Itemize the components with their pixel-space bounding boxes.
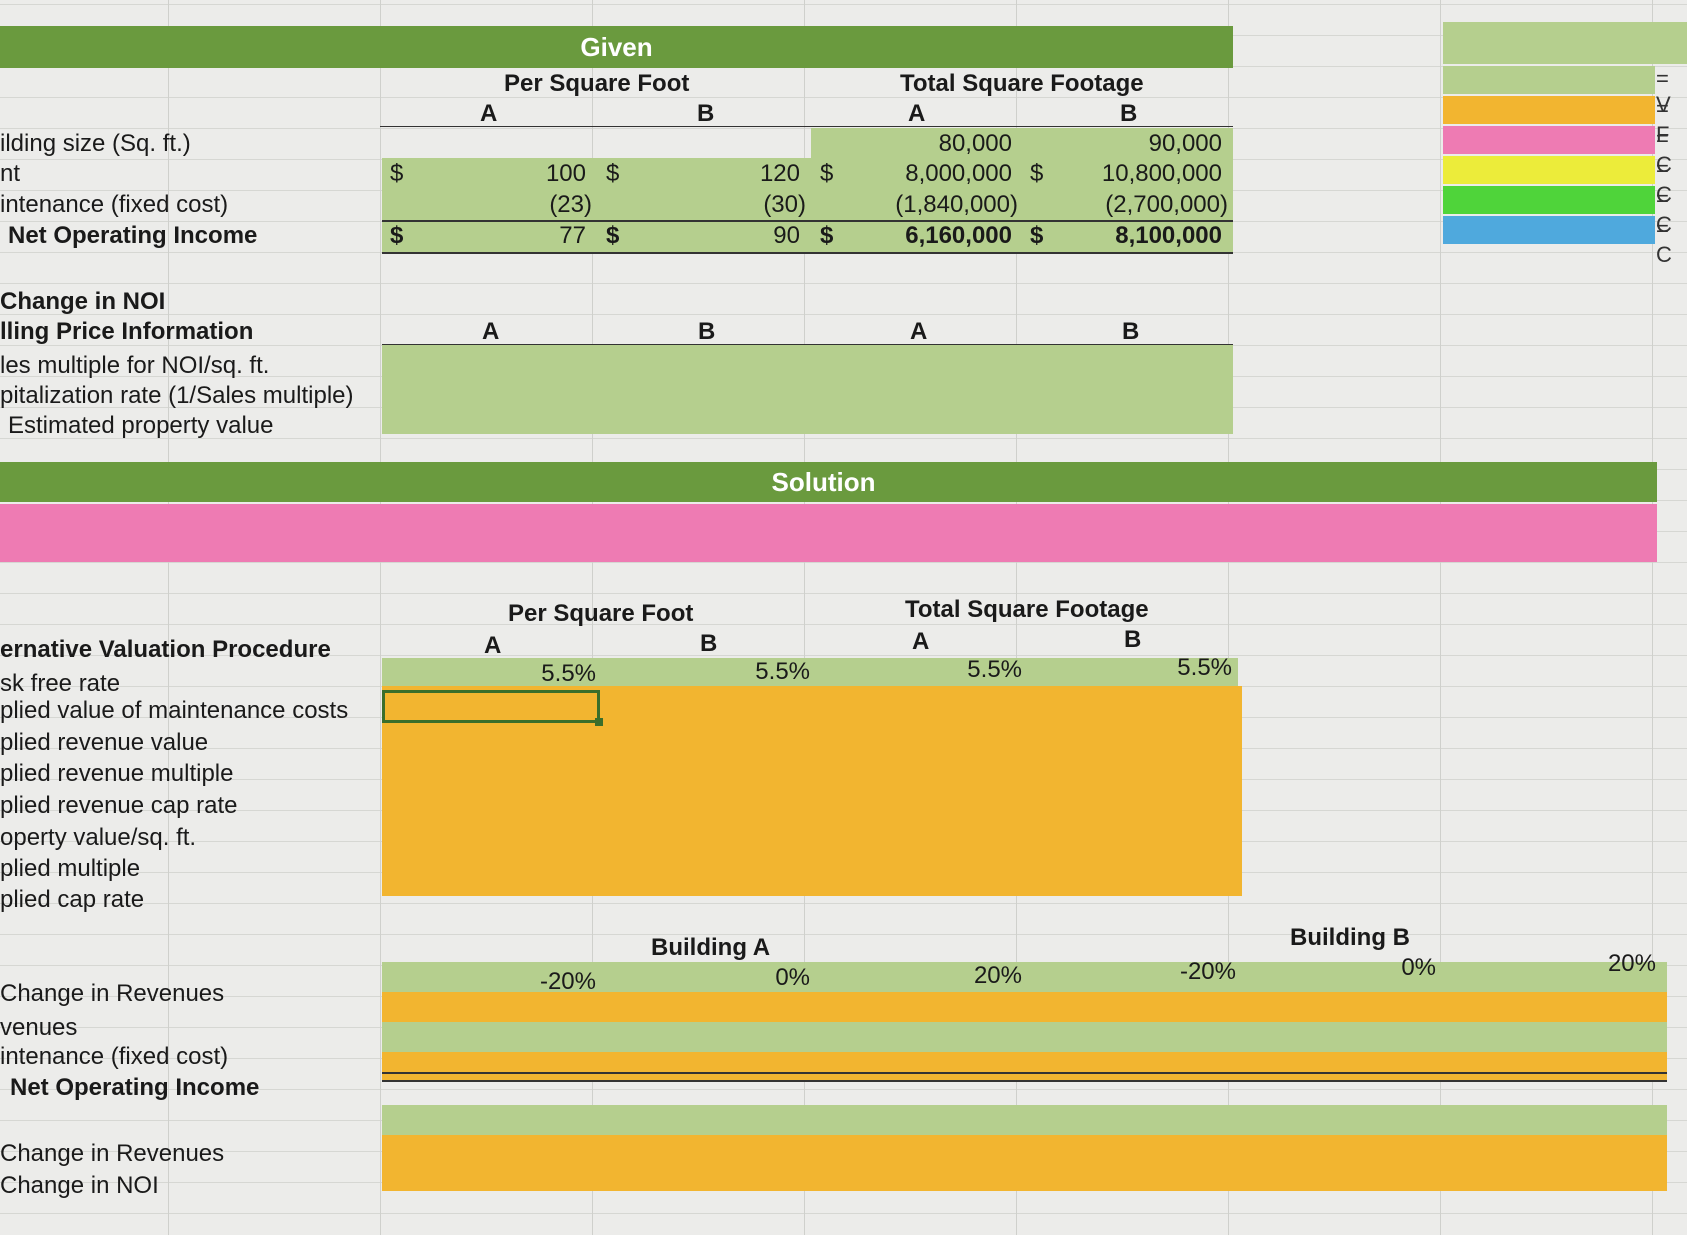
sol-col-b-psf: B: [700, 630, 718, 657]
sp-col-a-psf: A: [482, 318, 500, 345]
solution-header: Solution: [0, 462, 1657, 502]
size-b-total[interactable]: 90,000: [1090, 130, 1222, 158]
label-alt-valuation: ernative Valuation Procedure: [0, 636, 331, 663]
label-sol-row-6: plied multiple: [0, 855, 141, 882]
label-maintenance-2: intenance (fixed cost): [0, 1043, 229, 1070]
given-header-rule: [380, 126, 1233, 127]
label-noi: Net Operating Income: [8, 222, 258, 249]
rent-b-psf[interactable]: 120: [720, 160, 800, 188]
maint-a-psf[interactable]: (23): [500, 191, 592, 219]
label-sol-row-5: operty value/sq. ft.: [0, 824, 197, 851]
given-bottom-rule: [382, 252, 1233, 254]
label-revenues: venues: [0, 1014, 78, 1041]
risk-free-a-total[interactable]: 5.5%: [890, 656, 1022, 684]
label-sol-row-4: plied revenue cap rate: [0, 792, 238, 819]
noi-lower-rule: [382, 1072, 1667, 1074]
legend-swatch-blue: [1443, 216, 1655, 244]
dollar-rent-3: $: [820, 160, 834, 187]
building-b-header: Building B: [1290, 924, 1410, 951]
pct-b-20[interactable]: 20%: [1520, 950, 1656, 978]
sp-col-b-total: B: [1122, 318, 1140, 345]
change-rev-green-row: [382, 1105, 1667, 1135]
active-cell[interactable]: [382, 690, 603, 726]
label-building-size: ilding size (Sq. ft.): [0, 130, 191, 157]
given-header: Given: [0, 26, 1233, 68]
legend-swatch-pink: [1443, 126, 1655, 154]
label-est-value: Estimated property value: [8, 412, 274, 439]
sol-per-sqft-header: Per Square Foot: [508, 600, 694, 627]
risk-free-b-psf[interactable]: 5.5%: [680, 658, 810, 686]
rent-b-total[interactable]: 10,800,000: [1070, 160, 1222, 188]
maint-b-total[interactable]: (2,700,000): [1070, 191, 1228, 219]
pct-b-0[interactable]: 0%: [1300, 954, 1436, 982]
solution-title: Solution: [771, 466, 876, 497]
label-noi-2: Net Operating Income: [10, 1074, 260, 1101]
legend-header: [1443, 22, 1687, 64]
dollar-noi-1: $: [390, 222, 404, 249]
label-sol-row-1: plied value of maintenance costs: [0, 697, 349, 724]
label-sol-row-2: plied revenue value: [0, 729, 209, 756]
selling-price-fill: [382, 345, 1233, 434]
maint-b-psf[interactable]: (30): [720, 191, 806, 219]
maint-a-total[interactable]: (1,840,000): [880, 191, 1018, 219]
building-a-header: Building A: [651, 934, 771, 961]
label-sales-multiple: les multiple for NOI/sq. ft.: [0, 352, 270, 379]
pct-a-20[interactable]: 20%: [890, 962, 1022, 990]
given-col-b-psf: B: [697, 100, 715, 127]
label-change-noi-2: Change in NOI: [0, 1172, 159, 1199]
sp-col-a-total: A: [910, 318, 928, 345]
pct-a-0[interactable]: 0%: [680, 964, 810, 992]
label-sol-row-3: plied revenue multiple: [0, 760, 234, 787]
risk-free-a-psf[interactable]: 5.5%: [470, 660, 596, 688]
dollar-rent-1: $: [390, 160, 404, 187]
given-title: Given: [580, 31, 653, 62]
label-change-noi: Change in NOI: [0, 288, 166, 315]
given-col-a-total: A: [908, 100, 926, 127]
rent-a-total[interactable]: 8,000,000: [880, 160, 1012, 188]
sol-col-a-psf: A: [484, 632, 502, 659]
size-a-total[interactable]: 80,000: [880, 130, 1012, 158]
maintenance-green-row: [382, 1022, 1667, 1052]
label-change-revenues-2: Change in Revenues: [0, 1140, 225, 1167]
revenues-orange-row: [382, 992, 1667, 1022]
given-total-sqft-header: Total Square Footage: [900, 70, 1144, 97]
dollar-rent-4: $: [1030, 160, 1044, 187]
legend-swatch-green: [1443, 66, 1655, 94]
label-rent: nt: [0, 160, 21, 187]
noi-a-total[interactable]: 6,160,000: [880, 222, 1012, 250]
label-sol-row-7: plied cap rate: [0, 886, 145, 913]
pct-b-neg20[interactable]: -20%: [1100, 958, 1236, 986]
rent-a-psf[interactable]: 100: [500, 160, 586, 188]
legend-swatch-bright-green: [1443, 186, 1655, 214]
noi-b-total[interactable]: 8,100,000: [1070, 222, 1222, 250]
solution-pink-band: [0, 504, 1657, 562]
dollar-rent-2: $: [606, 160, 620, 187]
legend-eq-6: = C: [1656, 216, 1672, 267]
dollar-noi-4: $: [1030, 222, 1044, 249]
label-cap-rate: pitalization rate (1/Sales multiple): [0, 382, 354, 409]
noi-lower-rule-2: [382, 1080, 1667, 1082]
legend-swatch-yellow: [1443, 156, 1655, 184]
sol-col-b-total: B: [1124, 626, 1142, 653]
noi-orange-row: [382, 1052, 1667, 1082]
label-selling-price-info: lling Price Information: [0, 318, 254, 345]
noi-b-psf[interactable]: 90: [720, 222, 800, 250]
label-maintenance: intenance (fixed cost): [0, 191, 229, 218]
dollar-noi-3: $: [820, 222, 834, 249]
noi-a-psf[interactable]: 77: [500, 222, 586, 250]
given-per-sqft-header: Per Square Foot: [504, 70, 690, 97]
dollar-noi-2: $: [606, 222, 620, 249]
sol-total-sqft-header: Total Square Footage: [905, 596, 1149, 623]
legend-swatch-orange: [1443, 96, 1655, 124]
label-change-revenues-1: Change in Revenues: [0, 980, 225, 1007]
risk-free-b-total[interactable]: 5.5%: [1100, 654, 1232, 682]
sol-col-a-total: A: [912, 628, 930, 655]
given-col-b-total: B: [1120, 100, 1138, 127]
change-noi-orange-row: [382, 1135, 1667, 1191]
label-risk-free: sk free rate: [0, 670, 121, 697]
sp-col-b-psf: B: [698, 318, 716, 345]
given-col-a-psf: A: [480, 100, 498, 127]
